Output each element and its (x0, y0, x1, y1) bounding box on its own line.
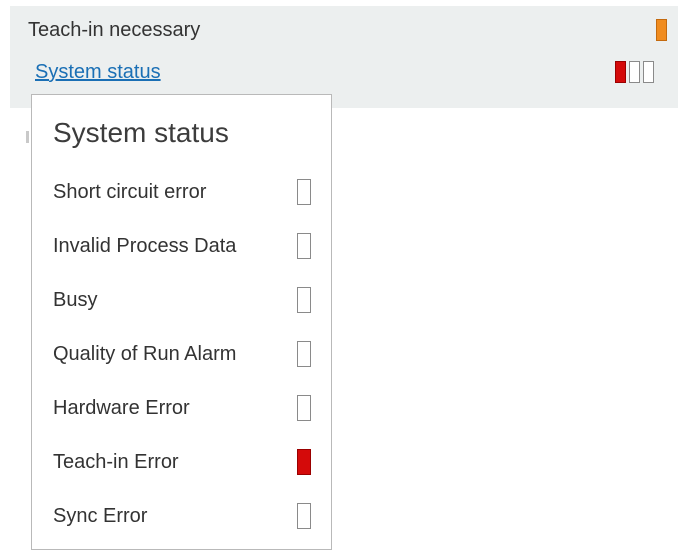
status-row-invalid-process-data: Invalid Process Data (53, 232, 315, 260)
status-row-hardware-error: Hardware Error (53, 394, 315, 422)
status-label: Teach-in Error (53, 451, 179, 473)
status-indicator (297, 395, 311, 421)
status-label: Quality of Run Alarm (53, 343, 237, 365)
system-status-indicator-3 (643, 61, 654, 83)
status-indicator (297, 503, 311, 529)
system-status-indicator-1 (615, 61, 626, 83)
teach-in-necessary-label: Teach-in necessary (28, 19, 201, 41)
system-status-indicator-group (615, 61, 654, 83)
status-row-sync-error: Sync Error (53, 502, 315, 530)
status-row-quality-of-run-alarm: Quality of Run Alarm (53, 340, 315, 368)
status-label: Sync Error (53, 505, 148, 527)
status-indicator (297, 449, 311, 475)
status-label: Invalid Process Data (53, 235, 237, 257)
status-row-short-circuit-error: Short circuit error (53, 178, 315, 206)
status-indicator (297, 287, 311, 313)
status-row-teach-in-error: Teach-in Error (53, 448, 315, 476)
status-indicator (297, 179, 311, 205)
status-label: Hardware Error (53, 397, 190, 419)
status-indicator (297, 341, 311, 367)
system-status-indicator-2 (629, 61, 640, 83)
background-edge-mark (26, 131, 29, 143)
status-label: Short circuit error (53, 181, 207, 203)
status-row-busy: Busy (53, 286, 315, 314)
status-label: Busy (53, 289, 98, 311)
system-status-popup: System status Short circuit error Invali… (31, 94, 332, 550)
teach-in-necessary-indicator (656, 19, 667, 41)
system-status-link[interactable]: System status (35, 60, 161, 84)
popup-title: System status (53, 117, 229, 148)
status-indicator (297, 233, 311, 259)
status-panel: Teach-in necessary System status (10, 6, 678, 108)
